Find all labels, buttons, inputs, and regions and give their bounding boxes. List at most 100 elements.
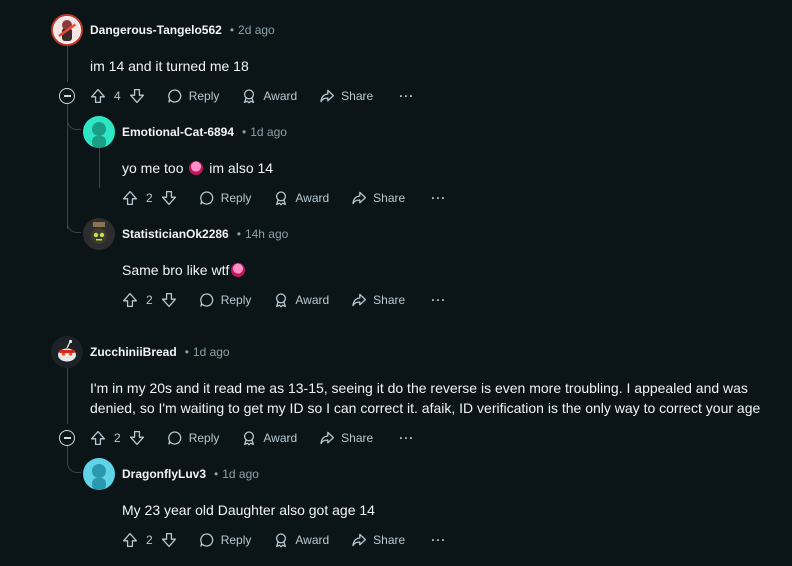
author-name[interactable]: Dangerous-Tangelo562	[90, 23, 222, 37]
reply-button[interactable]: Reply	[199, 292, 251, 308]
award-button[interactable]: Award	[273, 532, 329, 548]
upvote-icon[interactable]	[90, 430, 106, 446]
award-button[interactable]: Award	[241, 430, 297, 446]
award-icon	[273, 292, 289, 308]
share-button[interactable]: Share	[351, 292, 405, 308]
award-icon	[241, 430, 257, 446]
share-button[interactable]: Share	[319, 88, 373, 104]
avatar[interactable]	[83, 458, 115, 490]
vote-score: 2	[146, 293, 153, 307]
vote-score: 4	[114, 89, 121, 103]
reply-icon	[199, 532, 215, 548]
comment-body: Same bro like wtf	[122, 260, 247, 280]
award-icon	[273, 532, 289, 548]
reply-icon	[199, 292, 215, 308]
vote-score: 2	[146, 533, 153, 547]
comment-meta: ZucchiniiBread • 1d ago	[90, 342, 230, 362]
comment-text: yo me too	[122, 160, 184, 176]
vote-score: 2	[146, 191, 153, 205]
avatar[interactable]	[83, 116, 115, 148]
comment-actions: 2 Reply Award Share ···	[122, 186, 446, 210]
upvote-icon[interactable]	[122, 292, 138, 308]
avatar[interactable]	[51, 336, 83, 368]
crying-emoji-icon	[189, 161, 204, 175]
share-icon	[351, 532, 367, 548]
reply-button[interactable]: Reply	[167, 88, 219, 104]
reply-button[interactable]: Reply	[199, 532, 251, 548]
upvote-icon[interactable]	[90, 88, 106, 104]
timestamp[interactable]: 14h ago	[245, 227, 288, 241]
comment-body: yo me too im also 14	[122, 158, 273, 178]
thread-connector	[67, 110, 81, 130]
comment-body: im 14 and it turned me 18	[90, 58, 249, 74]
timestamp[interactable]: 1d ago	[193, 345, 230, 359]
award-button[interactable]: Award	[241, 88, 297, 104]
comment-actions: 2 Reply Award Share ···	[122, 288, 446, 312]
award-button[interactable]: Award	[273, 292, 329, 308]
comment-text: im also 14	[209, 160, 274, 176]
comment-actions: 2 Reply Award Share ···	[90, 426, 414, 450]
author-name[interactable]: Emotional-Cat-6894	[122, 125, 234, 139]
avatar[interactable]	[51, 14, 83, 46]
timestamp[interactable]: 1d ago	[222, 467, 259, 481]
comment-actions: 2 Reply Award Share ···	[122, 528, 446, 552]
more-options-button[interactable]: ···	[399, 89, 414, 103]
comment-meta: DragonflyLuv3 • 1d ago	[122, 464, 259, 484]
downvote-icon[interactable]	[161, 190, 177, 206]
timestamp[interactable]: 1d ago	[250, 125, 287, 139]
separator-dot: •	[236, 227, 241, 241]
comment-meta: Dangerous-Tangelo562 • 2d ago	[90, 20, 275, 40]
comment-meta: StatisticianOk2286 • 14h ago	[122, 224, 288, 244]
crying-emoji-icon	[231, 263, 246, 277]
downvote-icon[interactable]	[161, 292, 177, 308]
share-icon	[319, 430, 335, 446]
thread-connector	[67, 452, 81, 473]
share-icon	[351, 190, 367, 206]
reply-icon	[167, 430, 183, 446]
collapse-thread-button[interactable]	[59, 430, 75, 446]
separator-dot: •	[242, 125, 247, 139]
author-name[interactable]: StatisticianOk2286	[122, 227, 229, 241]
separator-dot: •	[229, 23, 235, 37]
upvote-icon[interactable]	[122, 532, 138, 548]
upvote-icon[interactable]	[122, 190, 138, 206]
award-button[interactable]: Award	[273, 190, 329, 206]
award-icon	[273, 190, 289, 206]
thread-line	[67, 368, 68, 424]
share-icon	[351, 292, 367, 308]
share-icon	[319, 88, 335, 104]
comment-text-line: denied, so I'm waiting to get my ID so I…	[90, 400, 761, 416]
share-button[interactable]: Share	[319, 430, 373, 446]
reply-icon	[167, 88, 183, 104]
thread-connector	[67, 212, 81, 233]
author-name[interactable]: DragonflyLuv3	[122, 467, 206, 481]
collapse-thread-button[interactable]	[59, 88, 75, 104]
separator-dot: •	[214, 467, 219, 481]
thread-line	[99, 148, 100, 188]
comment-body: I'm in my 20s and it read me as 13-15, s…	[90, 378, 760, 418]
reply-icon	[199, 190, 215, 206]
separator-dot: •	[184, 345, 189, 359]
comment-text: Same bro like wtf	[122, 262, 230, 278]
reply-button[interactable]: Reply	[167, 430, 219, 446]
more-options-button[interactable]: ···	[431, 191, 446, 205]
comment-meta: Emotional-Cat-6894 • 1d ago	[122, 122, 287, 142]
author-name[interactable]: ZucchiniiBread	[90, 345, 177, 359]
avatar[interactable]	[83, 218, 115, 250]
more-options-button[interactable]: ···	[431, 533, 446, 547]
comment-body: My 23 year old Daughter also got age 14	[122, 502, 375, 518]
downvote-icon[interactable]	[161, 532, 177, 548]
more-options-button[interactable]: ···	[399, 431, 414, 445]
more-options-button[interactable]: ···	[431, 293, 446, 307]
award-icon	[241, 88, 257, 104]
share-button[interactable]: Share	[351, 532, 405, 548]
share-button[interactable]: Share	[351, 190, 405, 206]
timestamp[interactable]: 2d ago	[238, 23, 275, 37]
comment-actions: 4 Reply Award Share ···	[90, 84, 414, 108]
comment-text-line: I'm in my 20s and it read me as 13-15, s…	[90, 380, 748, 396]
thread-line	[67, 46, 68, 82]
downvote-icon[interactable]	[129, 88, 145, 104]
reply-button[interactable]: Reply	[199, 190, 251, 206]
vote-score: 2	[114, 431, 121, 445]
downvote-icon[interactable]	[129, 430, 145, 446]
